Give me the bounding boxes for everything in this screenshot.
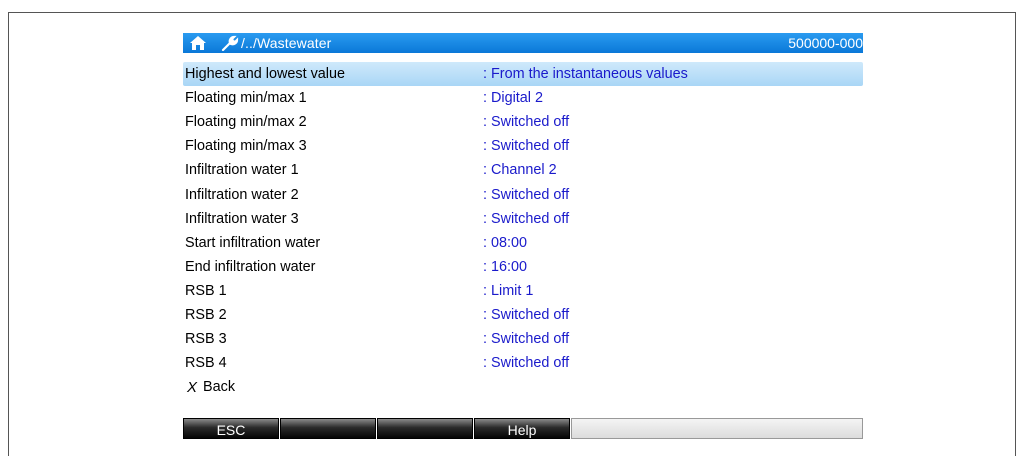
setting-label: Floating min/max 2 (185, 114, 307, 131)
list-item[interactable]: Infiltration water 2 : Switched off (183, 182, 863, 206)
list-item[interactable]: End infiltration water : 16:00 (183, 255, 863, 279)
setting-label: Infiltration water 3 (185, 210, 299, 227)
setting-value: : Digital 2 (483, 90, 543, 107)
list-item[interactable]: RSB 4 : Switched off (183, 351, 863, 375)
setting-label: Infiltration water 2 (185, 186, 299, 203)
setting-value: : From the instantaneous values (483, 66, 688, 83)
list-item[interactable]: Infiltration water 3 : Switched off (183, 207, 863, 231)
home-icon[interactable] (189, 35, 207, 51)
setting-label: End infiltration water (185, 258, 316, 275)
setting-value: : 08:00 (483, 234, 528, 251)
setting-value: : Switched off (483, 355, 570, 372)
setting-value: : 16:00 (483, 258, 528, 275)
setting-value: : Limit 1 (483, 282, 534, 299)
menu-path: /../Wastewater (241, 35, 332, 51)
setting-label: Floating min/max 1 (185, 90, 307, 107)
setting-label: RSB 3 (185, 331, 227, 348)
back-icon: X (187, 378, 198, 396)
list-item[interactable]: Floating min/max 1 : Digital 2 (183, 86, 863, 110)
softkey-help[interactable]: Help (474, 418, 570, 439)
softkey-bar: ESC Help (183, 418, 863, 439)
back-item[interactable]: X Back (183, 375, 863, 399)
list-item[interactable]: Start infiltration water : 08:00 (183, 231, 863, 255)
softkey-esc[interactable]: ESC (183, 418, 279, 439)
list-item[interactable]: Highest and lowest value : From the insta… (183, 62, 863, 87)
list-item[interactable]: Infiltration water 1 : Channel 2 (183, 158, 863, 182)
settings-list: Highest and lowest value : From the insta… (183, 62, 863, 375)
list-item[interactable]: RSB 2 : Switched off (183, 303, 863, 327)
setting-label: RSB 1 (185, 282, 227, 299)
setting-value: : Channel 2 (483, 162, 557, 179)
list-item[interactable]: RSB 1 : Limit 1 (183, 279, 863, 303)
softkey-2[interactable] (280, 418, 376, 439)
setting-value: : Switched off (483, 138, 570, 155)
setting-label: RSB 2 (185, 306, 227, 323)
setting-label: Start infiltration water (185, 234, 321, 251)
title-bar: /../Wastewater 500000-000 (183, 33, 863, 53)
device-screen: /../Wastewater 500000-000 Highest and lo… (183, 33, 863, 399)
back-label: Back (203, 379, 236, 396)
setting-value: : Switched off (483, 306, 570, 323)
list-item[interactable]: Floating min/max 2 : Switched off (183, 110, 863, 134)
setting-value: : Switched off (483, 114, 570, 131)
list-item[interactable]: Floating min/max 3 : Switched off (183, 134, 863, 158)
setting-label: RSB 4 (185, 355, 227, 372)
setting-label: Highest and lowest value (185, 66, 345, 83)
setting-value: : Switched off (483, 186, 570, 203)
wrench-icon (221, 35, 239, 52)
setting-value: : Switched off (483, 210, 570, 227)
setting-value: : Switched off (483, 331, 570, 348)
setting-label: Infiltration water 1 (185, 162, 299, 179)
list-item[interactable]: RSB 3 : Switched off (183, 327, 863, 351)
softkey-3[interactable] (377, 418, 473, 439)
setting-label: Floating min/max 3 (185, 138, 307, 155)
softkey-empty-area (571, 418, 863, 439)
device-id: 500000-000 (788, 35, 863, 51)
